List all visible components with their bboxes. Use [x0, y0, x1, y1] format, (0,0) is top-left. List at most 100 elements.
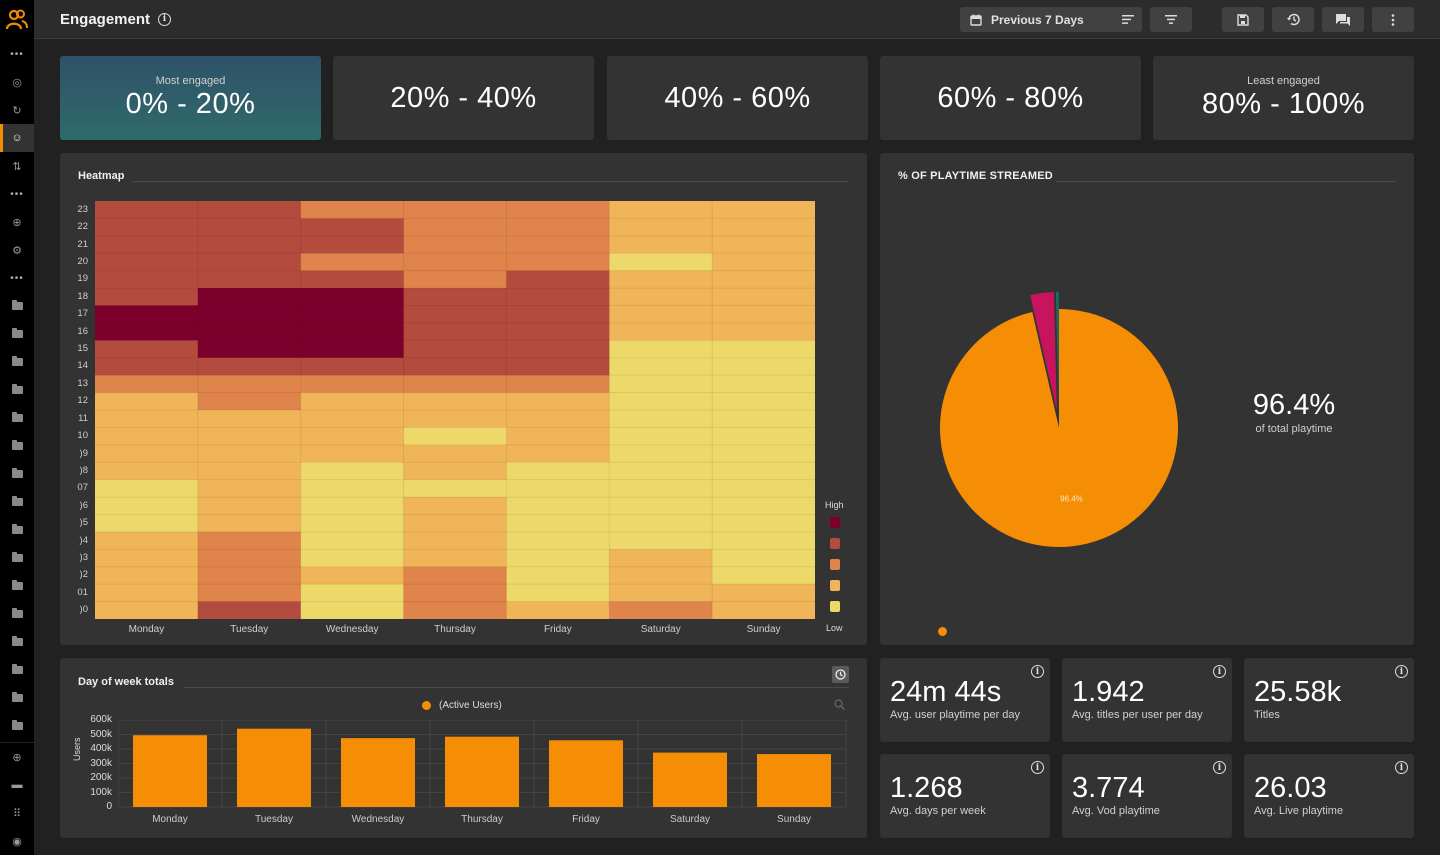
heatmap-cell[interactable] — [506, 479, 610, 498]
heatmap-cell[interactable] — [300, 497, 404, 515]
zoom-search-icon[interactable] — [834, 699, 845, 710]
info-icon[interactable]: i — [1031, 761, 1044, 774]
sidebar-folder-item[interactable] — [0, 376, 34, 404]
heatmap-cell[interactable] — [403, 357, 507, 376]
heatmap-cell[interactable] — [506, 444, 610, 463]
heatmap-cell[interactable] — [712, 305, 815, 324]
sidebar-item-account[interactable]: ◉ — [0, 827, 34, 855]
sidebar-folder-item[interactable] — [0, 348, 34, 376]
heatmap-cell[interactable] — [197, 218, 302, 237]
info-icon[interactable]: i — [1031, 665, 1044, 678]
sidebar-item-gear[interactable]: ⚙ — [0, 236, 34, 264]
heatmap-cell[interactable] — [506, 218, 610, 237]
heatmap-cell[interactable] — [300, 514, 404, 533]
heatmap-cell[interactable] — [95, 201, 199, 219]
heatmap-cell[interactable] — [95, 497, 199, 515]
heatmap-cell[interactable] — [95, 479, 199, 498]
heatmap-cell[interactable] — [95, 305, 199, 324]
heatmap-cell[interactable] — [712, 514, 815, 533]
heatmap-cell[interactable] — [506, 584, 610, 602]
sidebar-item-apps-grid[interactable]: ⠿ — [0, 799, 34, 827]
heatmap-cell[interactable] — [712, 410, 815, 428]
heatmap-cell[interactable] — [95, 288, 199, 306]
heatmap-cell[interactable] — [95, 427, 199, 446]
heatmap-cell[interactable] — [197, 584, 302, 602]
range-card[interactable]: 40% - 60% — [607, 56, 868, 140]
sidebar-folder-item[interactable] — [0, 516, 34, 544]
heatmap-cell[interactable] — [95, 584, 199, 602]
heatmap-cell[interactable] — [300, 340, 404, 359]
heatmap-cell[interactable] — [403, 201, 507, 219]
heatmap-cell[interactable] — [300, 549, 404, 568]
bar-legend[interactable]: (Active Users) — [422, 700, 502, 711]
heatmap-cell[interactable] — [609, 462, 713, 480]
bar[interactable] — [653, 752, 727, 807]
heatmap-cell[interactable] — [712, 531, 815, 550]
range-card[interactable]: Least engaged 80% - 100% — [1153, 56, 1414, 140]
bar-clock-button[interactable] — [832, 666, 849, 683]
range-card[interactable]: Most engaged 0% - 20% — [60, 56, 321, 140]
heatmap-cell[interactable] — [300, 427, 404, 446]
heatmap-cell[interactable] — [403, 479, 507, 498]
heatmap-cell[interactable] — [300, 531, 404, 550]
heatmap-cell[interactable] — [609, 601, 713, 619]
heatmap-cell[interactable] — [95, 462, 199, 480]
heatmap-cell[interactable] — [609, 497, 713, 515]
sidebar-item-sort-arrows[interactable]: ⇅ — [0, 152, 34, 180]
heatmap-cell[interactable] — [609, 549, 713, 568]
heatmap-cell[interactable] — [197, 235, 302, 254]
heatmap-cell[interactable] — [197, 322, 302, 341]
sidebar-item-user-circle[interactable]: ◎ — [0, 68, 34, 96]
heatmap-cell[interactable] — [197, 305, 302, 324]
heatmap-cell[interactable] — [403, 218, 507, 237]
filter-button[interactable] — [1150, 7, 1192, 32]
heatmap-cell[interactable] — [506, 514, 610, 533]
heatmap-cell[interactable] — [609, 479, 713, 498]
info-icon[interactable]: i — [1213, 665, 1226, 678]
bar[interactable] — [341, 738, 415, 807]
heatmap-cell[interactable] — [95, 444, 199, 463]
range-card[interactable]: 60% - 80% — [880, 56, 1141, 140]
heatmap-cell[interactable] — [403, 235, 507, 254]
bar[interactable] — [757, 754, 831, 807]
sidebar-folder-item[interactable] — [0, 712, 34, 740]
heatmap-cell[interactable] — [609, 305, 713, 324]
sidebar-item-new-badge[interactable]: ▬ — [0, 771, 34, 799]
heatmap-cell[interactable] — [712, 357, 815, 376]
sidebar-folder-item[interactable] — [0, 656, 34, 684]
heatmap-cell[interactable] — [197, 253, 302, 271]
heatmap-cell[interactable] — [506, 288, 610, 306]
sidebar-folder-item[interactable] — [0, 572, 34, 600]
heatmap-cell[interactable] — [95, 410, 199, 428]
heatmap-cell[interactable] — [712, 322, 815, 341]
heatmap-cell[interactable] — [300, 584, 404, 602]
heatmap-cell[interactable] — [403, 427, 507, 446]
heatmap-cell[interactable] — [506, 427, 610, 446]
pie-slice[interactable] — [940, 309, 1178, 547]
heatmap-cell[interactable] — [197, 601, 302, 619]
heatmap-cell[interactable] — [300, 201, 404, 219]
app-logo[interactable] — [0, 0, 34, 40]
heatmap-cell[interactable] — [712, 584, 815, 602]
heatmap-cell[interactable] — [300, 270, 404, 289]
sidebar-folder-item[interactable] — [0, 404, 34, 432]
sidebar-item-add-circle[interactable]: ⊕ — [0, 743, 34, 771]
heatmap-cell[interactable] — [609, 288, 713, 306]
heatmap-cell[interactable] — [403, 514, 507, 533]
heatmap-cell[interactable] — [609, 444, 713, 463]
heatmap-cell[interactable] — [403, 253, 507, 271]
heatmap-cell[interactable] — [95, 235, 199, 254]
heatmap-cell[interactable] — [403, 497, 507, 515]
heatmap-cell[interactable] — [197, 375, 302, 393]
heatmap-cell[interactable] — [300, 322, 404, 341]
sidebar-folder-item[interactable] — [0, 684, 34, 712]
heatmap-cell[interactable] — [712, 201, 815, 219]
heatmap-cell[interactable] — [95, 270, 199, 289]
heatmap-cell[interactable] — [609, 427, 713, 446]
heatmap-cell[interactable] — [609, 584, 713, 602]
heatmap-cell[interactable] — [712, 218, 815, 237]
bar[interactable] — [237, 728, 311, 807]
heatmap-cell[interactable] — [403, 601, 507, 619]
info-icon[interactable]: i — [1213, 761, 1226, 774]
sidebar-folder-item[interactable] — [0, 460, 34, 488]
